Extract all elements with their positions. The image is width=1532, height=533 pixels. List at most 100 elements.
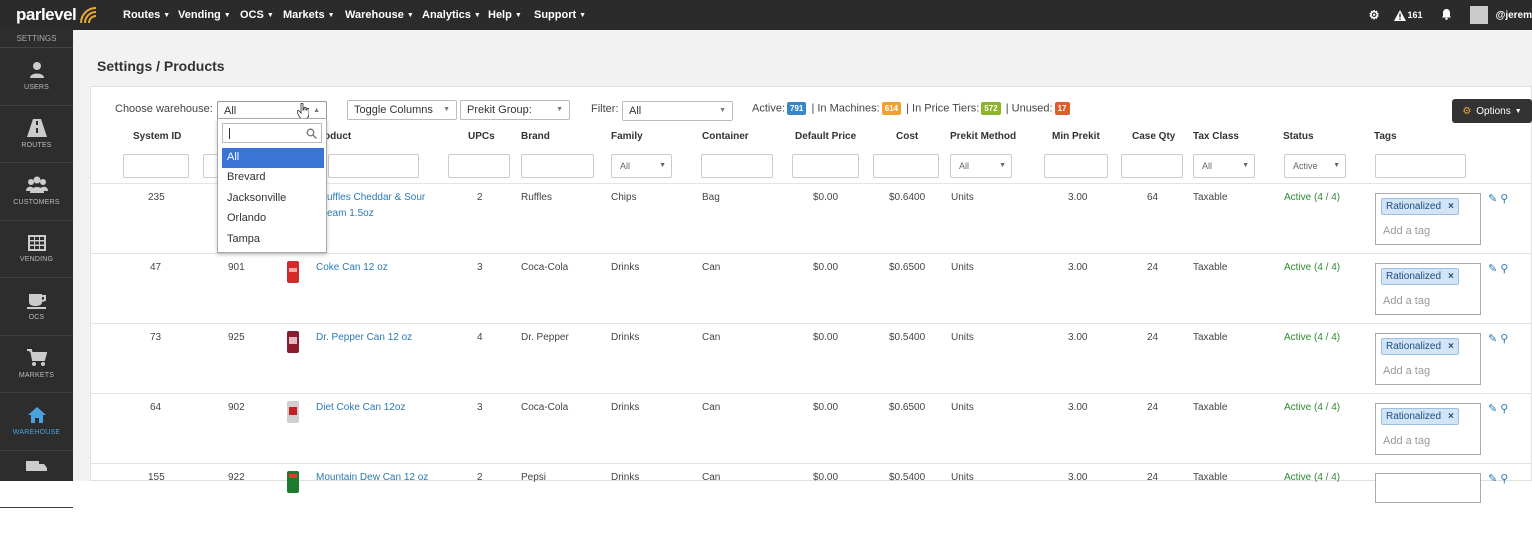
avatar[interactable] [1469, 6, 1488, 24]
sidebar-item-routes[interactable]: ROUTES [0, 106, 73, 163]
nav-ocs[interactable]: OCS ▼ [240, 0, 274, 30]
nav-help[interactable]: Help ▼ [488, 0, 522, 30]
code-cell: 922 [228, 472, 245, 483]
upcs-filter[interactable] [448, 154, 510, 178]
add-tag-placeholder[interactable]: Add a tag [1383, 295, 1430, 307]
nav-label: Analytics [422, 9, 471, 21]
unused-badge[interactable]: 17 [1054, 102, 1070, 115]
tags-input[interactable]: Rationalized × Add a tag [1375, 333, 1481, 385]
active-count-badge[interactable]: 791 [787, 102, 807, 115]
sidebar-item-ocs[interactable]: OCS [0, 278, 73, 336]
user-name[interactable]: @jerem [1496, 10, 1532, 21]
col-system-id[interactable]: System ID [133, 131, 181, 142]
warehouse-option-brevard[interactable]: Brevard [222, 168, 324, 188]
prekit-method-filter[interactable]: All ▼ [950, 154, 1012, 178]
sidebar-item-users[interactable]: USERS [0, 48, 73, 106]
col-upcs[interactable]: UPCs [468, 131, 495, 142]
search-icon[interactable]: ⚲ [1500, 402, 1508, 415]
col-product[interactable]: oduct [324, 131, 351, 142]
product-filter[interactable] [328, 154, 419, 178]
table-row[interactable]: 73 925 Dr. Pepper Can 12 oz 4 Dr. Pepper… [91, 323, 1532, 393]
col-status[interactable]: Status [1283, 131, 1314, 142]
pencil-icon[interactable]: ✎ [1488, 472, 1497, 485]
nav-warehouse[interactable]: Warehouse ▼ [345, 0, 414, 30]
sidebar-item-vending[interactable]: VENDING [0, 221, 73, 278]
product-link[interactable]: uffles Cheddar & Sour [327, 192, 425, 203]
filter-select[interactable]: All ▼ [622, 101, 733, 121]
remove-tag-icon[interactable]: × [1448, 411, 1454, 422]
remove-tag-icon[interactable]: × [1448, 341, 1454, 352]
cost-filter[interactable] [873, 154, 939, 178]
family-filter[interactable]: All ▼ [611, 154, 672, 178]
toggle-columns-select[interactable]: Toggle Columns ▼ [347, 100, 457, 120]
sidebar-item-markets[interactable]: MARKETS [0, 336, 73, 393]
tags-input[interactable]: Rationalized × Add a tag [1375, 193, 1481, 245]
col-min-prekit[interactable]: Min Prekit [1052, 131, 1100, 142]
gear-icon[interactable]: ⚙ [1369, 8, 1380, 22]
in-machines-badge[interactable]: 614 [881, 102, 902, 115]
col-prekit-method[interactable]: Prekit Method [950, 131, 1016, 142]
table-row[interactable]: 47 901 Coke Can 12 oz 3 Coca-Cola Drinks… [91, 253, 1532, 323]
min-prekit-filter[interactable] [1044, 154, 1108, 178]
col-family[interactable]: Family [611, 131, 643, 142]
sidebar-item-customers[interactable]: CUSTOMERS [0, 163, 73, 221]
remove-tag-icon[interactable]: × [1448, 201, 1454, 212]
alerts-button[interactable]: 161 [1393, 9, 1423, 21]
product-link[interactable]: Dr. Pepper Can 12 oz [316, 332, 412, 343]
col-tags[interactable]: Tags [1374, 131, 1397, 142]
sidebar-item-truck[interactable] [0, 451, 73, 508]
table-row[interactable]: 155 922 Mountain Dew Can 12 oz 2 Pepsi D… [91, 463, 1532, 533]
pencil-icon[interactable]: ✎ [1488, 192, 1497, 205]
bell-icon[interactable] [1441, 8, 1452, 23]
options-button[interactable]: ⚙ Options ▼ [1452, 99, 1532, 123]
col-case-qty[interactable]: Case Qty [1132, 131, 1175, 142]
add-tag-placeholder[interactable]: Add a tag [1383, 365, 1430, 377]
warehouse-option-all[interactable]: All [222, 148, 324, 168]
tags-filter[interactable] [1375, 154, 1466, 178]
pencil-icon[interactable]: ✎ [1488, 332, 1497, 345]
search-icon[interactable]: ⚲ [1500, 262, 1508, 275]
product-link[interactable]: Coke Can 12 oz [316, 262, 388, 273]
table-row[interactable]: 64 902 Diet Coke Can 12oz 3 Coca-Cola Dr… [91, 393, 1532, 463]
search-icon[interactable]: ⚲ [1500, 332, 1508, 345]
remove-tag-icon[interactable]: × [1448, 271, 1454, 282]
tags-input[interactable] [1375, 473, 1481, 503]
brand-filter[interactable] [521, 154, 594, 178]
in-price-tiers-badge[interactable]: 572 [981, 102, 1001, 115]
add-tag-placeholder[interactable]: Add a tag [1383, 435, 1430, 447]
search-icon[interactable]: ⚲ [1500, 192, 1508, 205]
product-link[interactable]: Mountain Dew Can 12 oz [316, 472, 428, 483]
product-link[interactable]: Diet Coke Can 12oz [316, 402, 406, 413]
nav-support[interactable]: Support ▼ [534, 0, 586, 30]
warehouse-option-orlando[interactable]: Orlando [222, 209, 324, 229]
warehouse-option-jacksonville[interactable]: Jacksonville [222, 189, 324, 209]
system-id-filter[interactable] [123, 154, 189, 178]
parlevel-logo[interactable]: parlevel [16, 4, 100, 26]
container-filter[interactable] [701, 154, 773, 178]
default-price-filter[interactable] [792, 154, 859, 178]
pencil-icon[interactable]: ✎ [1488, 402, 1497, 415]
tax-class-filter[interactable]: All ▼ [1193, 154, 1255, 178]
pencil-icon[interactable]: ✎ [1488, 262, 1497, 275]
add-tag-placeholder[interactable]: Add a tag [1383, 225, 1430, 237]
tags-input[interactable]: Rationalized × Add a tag [1375, 403, 1481, 455]
case-qty-filter[interactable] [1121, 154, 1183, 178]
warehouse-search-input[interactable] [222, 123, 322, 143]
cost-cell: $0.6400 [889, 192, 926, 203]
status-filter[interactable]: Active ▼ [1284, 154, 1346, 178]
col-container[interactable]: Container [702, 131, 749, 142]
nav-markets[interactable]: Markets ▼ [283, 0, 335, 30]
nav-routes[interactable]: Routes ▼ [123, 0, 170, 30]
col-brand[interactable]: Brand [521, 131, 550, 142]
sidebar-item-warehouse[interactable]: WAREHOUSE [0, 393, 73, 451]
warehouse-option-tampa[interactable]: Tampa [222, 230, 324, 250]
nav-vending[interactable]: Vending ▼ [178, 0, 231, 30]
nav-analytics[interactable]: Analytics ▼ [422, 0, 481, 30]
prekit-group-select[interactable]: Prekit Group: ▼ [460, 100, 570, 120]
col-cost[interactable]: Cost [896, 131, 918, 142]
product-link-line2[interactable]: eam 1.5oz [327, 208, 374, 219]
col-default-price[interactable]: Default Price [795, 131, 856, 142]
search-icon[interactable]: ⚲ [1500, 472, 1508, 485]
tags-input[interactable]: Rationalized × Add a tag [1375, 263, 1481, 315]
col-tax-class[interactable]: Tax Class [1193, 131, 1239, 142]
